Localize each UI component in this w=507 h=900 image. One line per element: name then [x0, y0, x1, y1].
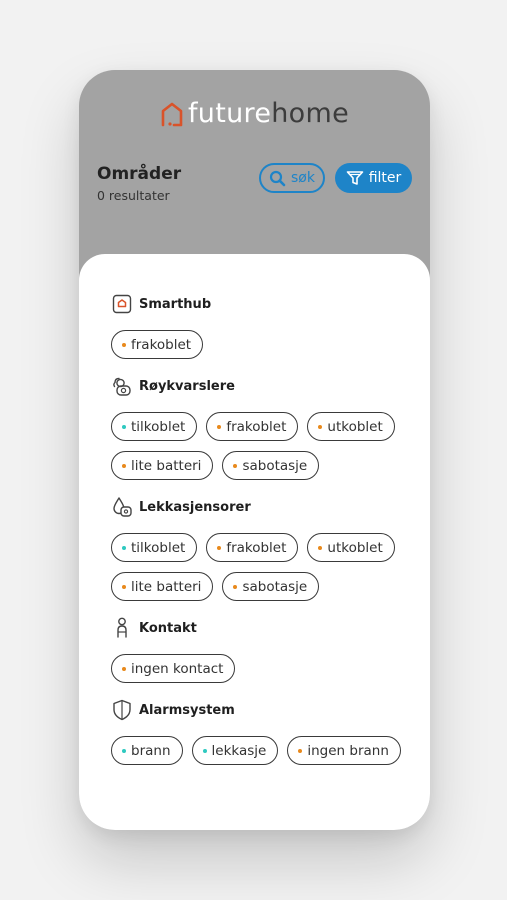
- filter-chip-label: lite batteri: [131, 457, 202, 474]
- filter-chip-roykvarslere-lite-batteri[interactable]: lite batteri: [111, 451, 214, 480]
- filter-chip-alarmsystem-ingen-brann[interactable]: ingen brann: [287, 736, 401, 765]
- filter-chip-label: utkoblet: [327, 418, 383, 435]
- section-header-smarthub: Smarthub: [111, 291, 410, 317]
- filter-chip-label: brann: [131, 742, 171, 759]
- status-dot-offline: [233, 584, 238, 589]
- smoke-detector-icon: [111, 375, 133, 397]
- chip-group-lekkasjensorer: tilkoblet frakoblet utkoblet lite batteri sa…: [111, 533, 410, 601]
- status-dot-online: [122, 748, 126, 753]
- page-title: Områder: [97, 164, 182, 184]
- filter-icon: [346, 171, 364, 185]
- filter-sections: Smarthub frakoblet Røykvarslere tilkoblet fr…: [111, 291, 410, 779]
- chip-group-kontakt: ingen kontact: [111, 654, 410, 683]
- filter-chip-alarmsystem-lekkasje[interactable]: lekkasje: [191, 736, 279, 765]
- status-dot-offline: [122, 584, 126, 589]
- filter-chip-label: frakoblet: [131, 336, 192, 353]
- leak-sensor-icon: [111, 496, 133, 518]
- filter-chip-kontakt-ingen-kontact[interactable]: ingen kontact: [111, 654, 236, 683]
- section-title-alarmsystem: Alarmsystem: [139, 702, 235, 718]
- filter-chip-label: lekkasje: [211, 742, 267, 759]
- status-dot-offline: [122, 342, 126, 347]
- section-title-smarthub: Smarthub: [139, 296, 212, 312]
- status-dot-offline: [217, 545, 222, 550]
- section-title-lekkasjensorer: Lekkasjensorer: [139, 499, 251, 515]
- filter-chip-label: ingen brann: [307, 742, 389, 759]
- filter-sheet: Smarthub frakoblet Røykvarslere tilkoblet fr…: [79, 254, 430, 830]
- filter-chip-label: ingen kontact: [131, 660, 224, 677]
- filter-chip-label: sabotasje: [242, 578, 308, 595]
- filter-button-label: filter: [368, 170, 402, 186]
- status-dot-offline: [217, 424, 222, 429]
- filter-chip-roykvarslere-frakoblet[interactable]: frakoblet: [206, 412, 299, 441]
- phone-screen: futurehome Områder 0 resultater søk filt…: [79, 70, 430, 830]
- filter-chip-lekkasjensorer-lite-batteri[interactable]: lite batteri: [111, 572, 214, 601]
- status-dot-offline: [122, 463, 126, 468]
- section-header-kontakt: Kontakt: [111, 615, 410, 641]
- filter-button[interactable]: filter: [335, 163, 412, 193]
- filter-chip-lekkasjensorer-tilkoblet[interactable]: tilkoblet: [111, 533, 198, 562]
- filter-chip-label: sabotasje: [242, 457, 308, 474]
- futurehome-logo: futurehome: [79, 100, 430, 127]
- filter-chip-label: tilkoblet: [131, 539, 186, 556]
- filter-chip-roykvarslere-tilkoblet[interactable]: tilkoblet: [111, 412, 198, 441]
- filter-chip-label: frakoblet: [226, 539, 287, 556]
- search-icon: [269, 170, 286, 186]
- filter-chip-lekkasjensorer-frakoblet[interactable]: frakoblet: [206, 533, 299, 562]
- filter-chip-smarthub-frakoblet[interactable]: frakoblet: [111, 330, 204, 359]
- person-icon: [111, 617, 133, 639]
- status-dot-offline: [122, 666, 126, 671]
- house-logo-icon: [161, 102, 183, 126]
- filter-chip-roykvarslere-utkoblet[interactable]: utkoblet: [307, 412, 395, 441]
- filter-chip-lekkasjensorer-utkoblet[interactable]: utkoblet: [307, 533, 395, 562]
- filter-chip-roykvarslere-sabotasje[interactable]: sabotasje: [222, 451, 320, 480]
- status-dot-offline: [318, 424, 323, 429]
- chip-group-alarmsystem: brann lekkasje ingen brann: [111, 736, 410, 765]
- section-header-alarmsystem: Alarmsystem: [111, 697, 410, 723]
- shield-icon: [111, 699, 133, 721]
- status-dot-offline: [233, 463, 238, 468]
- filter-chip-alarmsystem-brann[interactable]: brann: [111, 736, 183, 765]
- chip-group-smarthub: frakoblet: [111, 330, 410, 359]
- filter-chip-label: utkoblet: [327, 539, 383, 556]
- chip-group-roykvarslere: tilkoblet frakoblet utkoblet lite batteri sa…: [111, 412, 410, 480]
- logo-text-future: future: [188, 98, 272, 129]
- status-dot-online: [202, 748, 207, 753]
- filter-chip-lekkasjensorer-sabotasje[interactable]: sabotasje: [222, 572, 320, 601]
- section-title-kontakt: Kontakt: [139, 620, 197, 636]
- filter-chip-label: frakoblet: [226, 418, 287, 435]
- filter-chip-label: tilkoblet: [131, 418, 186, 435]
- status-dot-offline: [298, 748, 303, 753]
- filter-chip-label: lite batteri: [131, 578, 202, 595]
- search-button-label: søk: [291, 170, 315, 186]
- logo-text-home: home: [271, 98, 349, 129]
- section-header-roykvarslere: Røykvarslere: [111, 373, 410, 399]
- smarthub-icon: [111, 293, 133, 315]
- result-count: 0 resultater: [97, 188, 170, 203]
- section-title-roykvarslere: Røykvarslere: [139, 378, 235, 394]
- section-header-lekkasjensorer: Lekkasjensorer: [111, 494, 410, 520]
- status-dot-offline: [318, 545, 323, 550]
- status-dot-online: [122, 424, 126, 429]
- search-button[interactable]: søk: [259, 163, 325, 193]
- status-dot-online: [122, 545, 126, 550]
